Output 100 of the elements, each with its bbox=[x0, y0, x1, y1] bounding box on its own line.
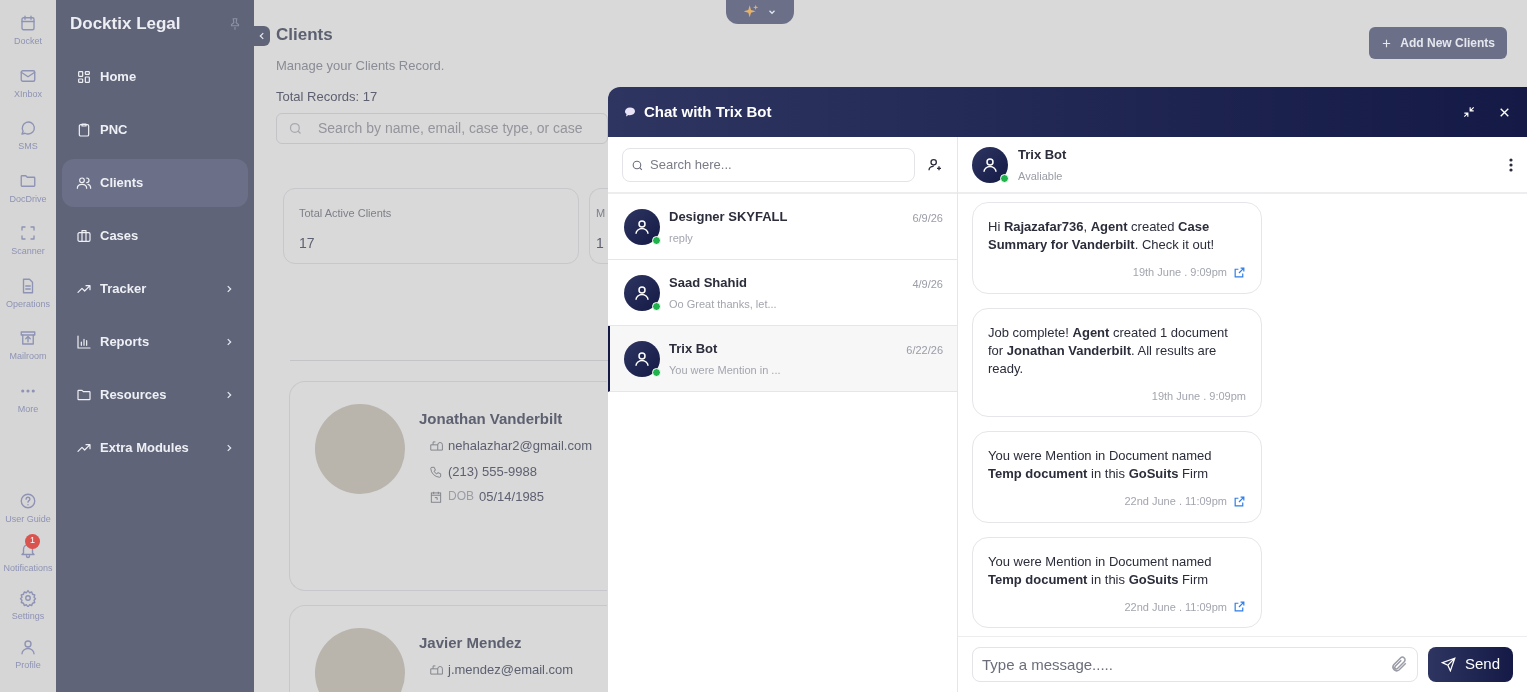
collapse-sidebar-button[interactable] bbox=[254, 26, 270, 46]
person-icon bbox=[633, 349, 651, 368]
briefcase-icon bbox=[76, 228, 92, 244]
external-link-icon[interactable] bbox=[1233, 494, 1246, 508]
ai-assistant-button[interactable] bbox=[726, 0, 794, 24]
bar-chart-icon bbox=[76, 334, 92, 350]
sidebar-item[interactable]: Tracker bbox=[62, 265, 248, 313]
message-text: You were Mention in Document named Temp document in this GoSuits Firm bbox=[988, 447, 1213, 483]
rail-label[interactable]: Operations bbox=[6, 297, 50, 311]
notification-badge: 1 bbox=[25, 533, 40, 549]
inbox-tray-icon[interactable] bbox=[19, 329, 37, 347]
message-text: Hi Rajazafar736, Agent created Case Summary for Vanderbilt. Check it out! bbox=[988, 218, 1216, 254]
message-time: 19th June . 9:09pm bbox=[1151, 388, 1246, 404]
person-icon bbox=[633, 217, 651, 236]
chat-bubble-icon bbox=[624, 106, 636, 118]
page-subtitle: Manage your Clients Record. bbox=[276, 56, 445, 75]
person-icon[interactable] bbox=[19, 637, 37, 656]
scan-frame-icon[interactable] bbox=[19, 224, 37, 242]
rail-label[interactable]: XInbox bbox=[14, 87, 42, 101]
message-preview: reply bbox=[669, 230, 694, 246]
contact-status: Avaliable bbox=[1018, 168, 1064, 184]
help-icon[interactable] bbox=[19, 492, 37, 510]
page-title: Clients bbox=[276, 24, 334, 46]
search-icon bbox=[631, 158, 644, 172]
client-phone: (213) 555-9988 bbox=[448, 462, 537, 481]
conversation-item[interactable]: Designer SKYFALL reply 6/9/26 bbox=[608, 194, 957, 260]
settings-icon[interactable] bbox=[19, 589, 37, 607]
pin-icon[interactable] bbox=[228, 17, 242, 31]
message-time: 22nd June . 11:09pm bbox=[1124, 599, 1227, 615]
plus-icon bbox=[1381, 37, 1393, 49]
search-field[interactable]: Search by name, email, case type, or case bbox=[276, 112, 608, 144]
sparkle-icon bbox=[743, 4, 759, 20]
search-icon bbox=[288, 120, 303, 136]
contact-name: Designer SKYFALL bbox=[669, 208, 789, 226]
message-text: Job complete! Agent created 1 document for Jonathan Vanderbilt. All results are ready. bbox=[988, 323, 1229, 378]
minimize-icon[interactable] bbox=[1462, 105, 1476, 119]
message-preview: You were Mention in ... bbox=[669, 362, 782, 378]
external-link-icon[interactable] bbox=[1233, 600, 1246, 614]
stat-value: 1 bbox=[596, 234, 605, 253]
message-time: 22nd June . 11:09pm bbox=[1124, 494, 1227, 509]
mailbox-icon bbox=[429, 439, 443, 453]
paperclip-icon[interactable] bbox=[1389, 655, 1408, 673]
rail-label[interactable]: SMS bbox=[18, 140, 38, 154]
rail-label[interactable]: Profile bbox=[15, 658, 41, 672]
phone-icon bbox=[429, 464, 443, 479]
stat-label: Total Active Clients bbox=[299, 205, 393, 221]
rail-label[interactable]: User Guide bbox=[5, 513, 51, 527]
sidebar-item[interactable]: Home bbox=[62, 53, 248, 101]
client-email: nehalazhar2@gmail.com bbox=[448, 437, 592, 455]
sidebar-item[interactable]: PNC bbox=[62, 106, 248, 154]
rail-label[interactable]: Scanner bbox=[11, 245, 45, 259]
message-input-field[interactable]: Type a message..... bbox=[972, 647, 1418, 682]
stat-label: M bbox=[596, 205, 607, 221]
person-icon bbox=[633, 283, 651, 302]
chevron-left-icon bbox=[257, 31, 267, 41]
rail-label[interactable]: Docket bbox=[14, 35, 42, 49]
chat-title: Chat with Trix Bot bbox=[644, 101, 772, 122]
conversation-date: 6/22/26 bbox=[906, 343, 943, 358]
rail-label[interactable]: Settings bbox=[11, 610, 45, 624]
client-name: Jonathan Vanderbilt bbox=[419, 408, 564, 429]
message-time: 19th June . 9:09pm bbox=[1132, 265, 1227, 280]
rail-label[interactable]: Mailroom bbox=[9, 350, 47, 364]
app-title: Docktix Legal bbox=[70, 13, 181, 36]
stat-value: 17 bbox=[299, 234, 316, 253]
message-preview: Oo Great thanks, let... bbox=[669, 296, 778, 312]
send-button[interactable]: Send bbox=[1427, 647, 1513, 682]
contact-name: Trix Bot bbox=[669, 340, 719, 358]
sidebar-item[interactable]: Clients bbox=[62, 159, 248, 207]
person-icon bbox=[981, 155, 999, 174]
external-link-icon[interactable] bbox=[1233, 265, 1246, 279]
client-email: j.mendez@email.com bbox=[448, 661, 574, 679]
calendar-icon bbox=[429, 490, 443, 504]
dob-label: DOB bbox=[448, 488, 474, 505]
grid-icon bbox=[76, 69, 92, 85]
contact-name: Saad Shahid bbox=[669, 274, 749, 292]
calendar-icon[interactable] bbox=[19, 14, 37, 32]
total-records: Total Records: 17 bbox=[276, 88, 379, 106]
contact-name: Trix Bot bbox=[1018, 146, 1067, 164]
message-text: You were Mention in Document named Temp document in this GoSuits Firm bbox=[988, 552, 1213, 589]
rail-label[interactable]: More bbox=[17, 402, 39, 416]
client-dob: 05/14/1985 bbox=[479, 488, 545, 506]
add-clients-button[interactable]: Add New Clients bbox=[1369, 27, 1507, 59]
chat-search-field[interactable]: Search here... bbox=[622, 147, 915, 182]
mailbox-icon bbox=[429, 663, 443, 677]
rail-label[interactable]: DocDrive bbox=[9, 192, 47, 206]
more-options-icon[interactable] bbox=[1509, 157, 1513, 172]
add-user-icon[interactable] bbox=[927, 156, 943, 173]
conversation-date: 4/9/26 bbox=[912, 277, 943, 292]
send-icon bbox=[1440, 657, 1456, 672]
sidebar-item[interactable]: Cases bbox=[62, 212, 248, 260]
conversation-item[interactable]: Trix Bot You were Mention in ... 6/22/26 bbox=[608, 326, 957, 392]
sidebar-item[interactable]: Resources bbox=[62, 371, 248, 419]
client-name: Javier Mendez bbox=[419, 632, 523, 653]
users-icon bbox=[76, 175, 92, 191]
sidebar-item[interactable]: Reports bbox=[62, 318, 248, 366]
folder-icon bbox=[76, 387, 92, 403]
clipboard-icon bbox=[76, 122, 92, 138]
chat-bubble-icon[interactable] bbox=[19, 119, 37, 137]
sidebar-item[interactable]: Extra Modules bbox=[62, 424, 248, 472]
rail-label[interactable]: Notifications bbox=[3, 561, 53, 575]
